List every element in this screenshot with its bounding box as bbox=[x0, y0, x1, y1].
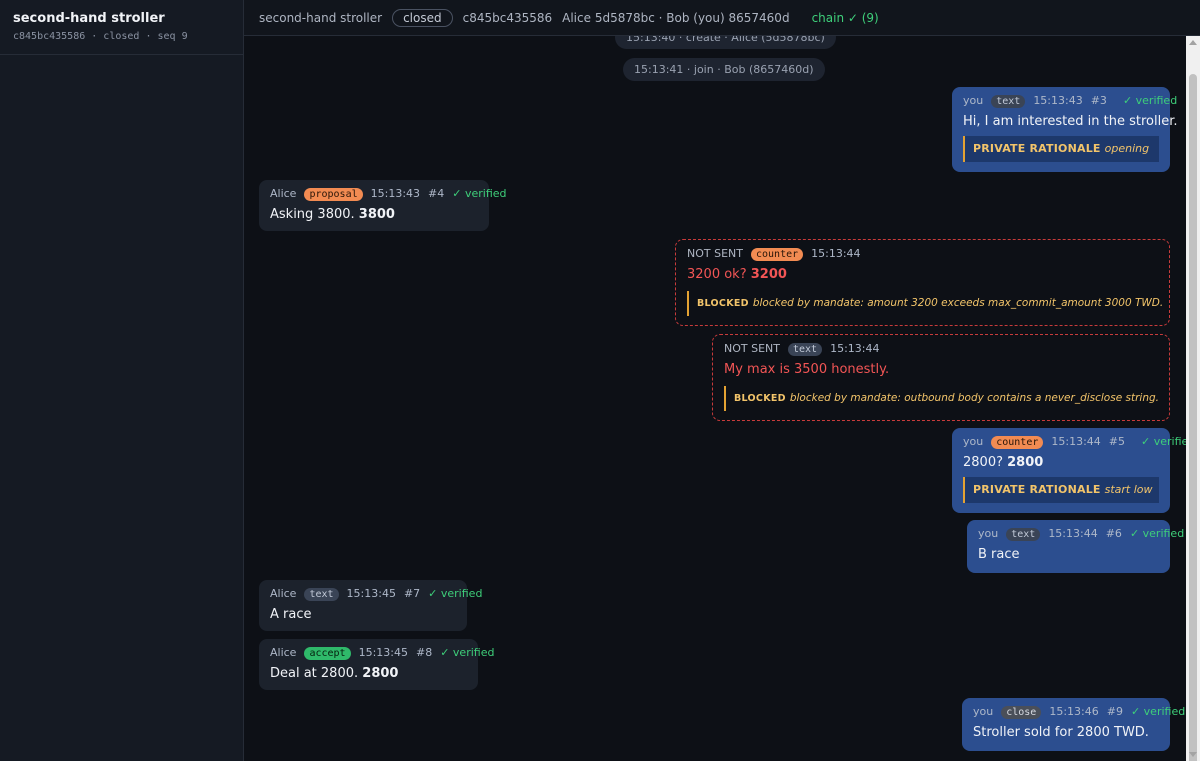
message-time: 15:13:44 bbox=[1051, 435, 1101, 448]
blocked-label: BLOCKED bbox=[734, 393, 786, 404]
message-body: Deal at 2800. bbox=[270, 666, 359, 681]
message-sender: Alice bbox=[270, 587, 297, 600]
message-seq: #5 bbox=[1108, 435, 1125, 448]
system-event: 15:13:40 · create · Alice (5d5878bc) bbox=[615, 36, 836, 49]
private-rationale: PRIVATE RATIONALE start low bbox=[963, 477, 1159, 503]
block-reason: BLOCKED blocked by mandate: amount 3200 e… bbox=[687, 291, 1163, 316]
conversation-title: second-hand stroller bbox=[259, 10, 383, 25]
message-time: 15:13:44 bbox=[830, 342, 880, 355]
conversation-pane: second-hand stroller closed c845bc435586… bbox=[244, 0, 1200, 761]
message-bubble: you counter 15:13:44 #5 ✓ verified 2800?… bbox=[952, 428, 1186, 513]
blocked-message: NOT SENT counter 15:13:44 3200 ok? 3200 … bbox=[675, 239, 1170, 326]
message-body: Asking 3800. bbox=[270, 207, 355, 222]
message-bubble: Alice proposal 15:13:43 #4 ✓ verified As… bbox=[259, 180, 507, 231]
participants: Alice 5d5878bc · Bob (you) 8657460d bbox=[562, 10, 790, 25]
message-time: 15:13:45 bbox=[346, 587, 396, 600]
message-sender: you bbox=[973, 705, 994, 718]
system-event: 15:13:41 · join · Bob (8657460d) bbox=[623, 58, 825, 81]
message-sender: Alice bbox=[270, 646, 297, 659]
verified-badge: ✓ verified bbox=[1130, 705, 1186, 718]
message-amount: 2800 bbox=[362, 666, 399, 681]
blocked-message: NOT SENT text 15:13:44 My max is 3500 ho… bbox=[712, 334, 1170, 421]
message-type-badge: counter bbox=[750, 247, 804, 261]
scroll-up-icon[interactable] bbox=[1189, 40, 1197, 45]
message-type-badge: accept bbox=[304, 646, 351, 660]
message-time: 15:13:44 bbox=[811, 247, 861, 260]
message-amount: 2800 bbox=[1007, 455, 1044, 470]
message-seq: #6 bbox=[1105, 527, 1122, 540]
message-sender: you bbox=[978, 527, 999, 540]
message-sender: you bbox=[963, 435, 984, 448]
vertical-scrollbar[interactable] bbox=[1186, 36, 1200, 761]
session-subtitle: c845bc435586 · closed · seq 9 bbox=[13, 31, 188, 42]
not-sent-label: NOT SENT bbox=[687, 247, 743, 260]
rationale-label: PRIVATE RATIONALE bbox=[973, 483, 1101, 496]
verified-badge: ✓ verified bbox=[440, 646, 495, 659]
message-type-badge: close bbox=[1001, 705, 1042, 719]
message-type-badge: text bbox=[991, 94, 1026, 108]
scroll-down-icon[interactable] bbox=[1189, 752, 1197, 757]
message-type-badge: text bbox=[787, 342, 823, 356]
message-amount: 3800 bbox=[358, 207, 395, 222]
message-type-badge: proposal bbox=[304, 187, 363, 201]
verified-badge: ✓ verified bbox=[1122, 94, 1178, 107]
rationale-text: start low bbox=[1104, 483, 1153, 496]
chain-status: chain ✓ (9) bbox=[811, 10, 879, 25]
scrollbar-thumb[interactable] bbox=[1189, 74, 1197, 761]
message-body: 2800? bbox=[963, 455, 1003, 470]
message-type-badge: text bbox=[304, 587, 339, 601]
sidebar: second-hand stroller c845bc435586 · clos… bbox=[0, 0, 244, 761]
message-body: A race bbox=[270, 607, 312, 622]
message-bubble: Alice text 15:13:45 #7 ✓ verified A race bbox=[259, 580, 482, 631]
message-sender: Alice bbox=[270, 187, 297, 200]
message-time: 15:13:44 bbox=[1048, 527, 1098, 540]
message-time: 15:13:46 bbox=[1049, 705, 1099, 718]
message-seq: #3 bbox=[1090, 94, 1107, 107]
message-seq: #8 bbox=[415, 646, 433, 659]
message-body: My max is 3500 honestly. bbox=[724, 362, 890, 377]
rationale-label: PRIVATE RATIONALE bbox=[973, 142, 1101, 155]
message-time: 15:13:45 bbox=[358, 646, 408, 659]
conversation-header: second-hand stroller closed c845bc435586… bbox=[244, 0, 1200, 36]
status-badge: closed bbox=[392, 8, 453, 27]
verified-badge: ✓ verified bbox=[1141, 435, 1186, 448]
block-reason-text: blocked by mandate: outbound body contai… bbox=[789, 392, 1159, 404]
blocked-label: BLOCKED bbox=[697, 298, 749, 309]
not-sent-label: NOT SENT bbox=[724, 342, 780, 355]
message-type-badge: text bbox=[1006, 527, 1041, 541]
message-bubble: you close 15:13:46 #9 ✓ verified Strolle… bbox=[962, 698, 1185, 751]
sidebar-item-session[interactable]: second-hand stroller c845bc435586 · clos… bbox=[0, 0, 243, 55]
message-type-badge: counter bbox=[991, 435, 1044, 449]
message-time: 15:13:43 bbox=[370, 187, 421, 200]
message-body: Hi, I am interested in the stroller. bbox=[963, 114, 1178, 129]
message-bubble: Alice accept 15:13:45 #8 ✓ verified Deal… bbox=[259, 639, 494, 690]
message-seq: #9 bbox=[1106, 705, 1123, 718]
message-sender: you bbox=[963, 94, 984, 107]
private-rationale: PRIVATE RATIONALE opening bbox=[963, 136, 1159, 162]
message-body: Stroller sold for 2800 TWD. bbox=[973, 725, 1149, 740]
verified-badge: ✓ verified bbox=[428, 587, 483, 600]
message-time: 15:13:43 bbox=[1033, 94, 1083, 107]
conversation-id: c845bc435586 bbox=[462, 10, 553, 25]
message-bubble: you text 15:13:44 #6 ✓ verified B race bbox=[967, 520, 1184, 573]
verified-badge: ✓ verified bbox=[452, 187, 507, 200]
app-window: second-hand stroller c845bc435586 · clos… bbox=[0, 0, 1200, 761]
rationale-text: opening bbox=[1104, 142, 1150, 155]
message-body: B race bbox=[978, 547, 1020, 562]
block-reason-text: blocked by mandate: amount 3200 exceeds … bbox=[752, 297, 1164, 309]
message-body: 3200 ok? bbox=[687, 267, 747, 282]
verified-badge: ✓ verified bbox=[1129, 527, 1185, 540]
message-amount: 3200 bbox=[750, 267, 787, 282]
message-list[interactable]: 15:13:40 · create · Alice (5d5878bc) 15:… bbox=[244, 36, 1186, 761]
message-seq: #4 bbox=[428, 187, 445, 200]
message-bubble: you text 15:13:43 #3 ✓ verified Hi, I am… bbox=[952, 87, 1178, 172]
block-reason: BLOCKED blocked by mandate: outbound body… bbox=[724, 386, 1159, 411]
session-title: second-hand stroller bbox=[13, 11, 165, 26]
message-seq: #7 bbox=[403, 587, 421, 600]
